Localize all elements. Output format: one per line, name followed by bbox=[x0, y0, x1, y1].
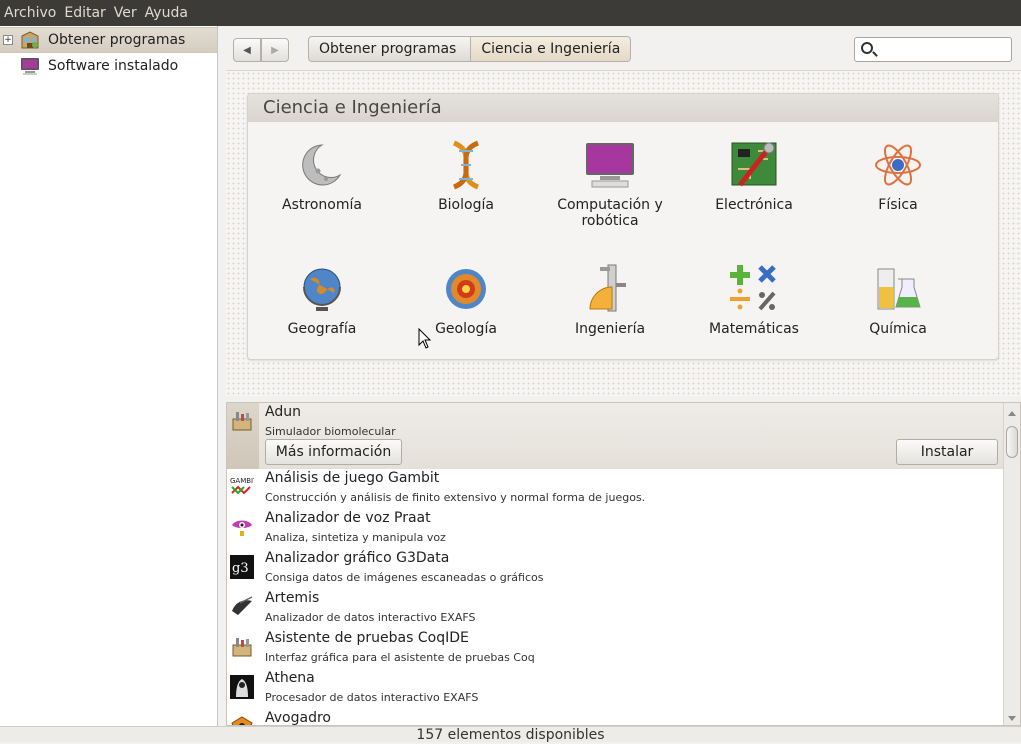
app-description: Analiza, sintetiza y manipula voz bbox=[265, 531, 446, 544]
category-quimica[interactable]: Química bbox=[826, 263, 970, 337]
avogadro-icon bbox=[231, 716, 253, 725]
sidebar-item-label: Obtener programas bbox=[48, 32, 186, 48]
scroll-thumb[interactable] bbox=[1006, 426, 1018, 458]
app-description: Consiga datos de imágenes escaneadas o g… bbox=[265, 571, 544, 584]
svg-text:GAMBIT: GAMBIT bbox=[230, 477, 254, 485]
category-matematicas[interactable]: Matemáticas bbox=[682, 263, 826, 337]
category-label: Química bbox=[869, 321, 927, 337]
category-label: Biología bbox=[438, 197, 494, 213]
category-geografia[interactable]: Geografía bbox=[250, 263, 394, 337]
back-button[interactable]: ◀ bbox=[233, 38, 261, 62]
earth-core-icon bbox=[446, 269, 486, 309]
category-area: Ciencia e Ingeniería Astronomía Biología bbox=[226, 70, 1021, 396]
app-name: Adun bbox=[265, 404, 301, 420]
category-title: Ciencia e Ingeniería bbox=[248, 94, 998, 122]
praat-icon bbox=[232, 520, 252, 536]
more-info-button[interactable]: Más información bbox=[265, 439, 402, 465]
app-name: Asistente de pruebas CoqIDE bbox=[265, 630, 469, 646]
category-fisica[interactable]: Física bbox=[826, 139, 970, 213]
math-symbols-icon bbox=[730, 265, 776, 311]
category-label: Computación y robótica bbox=[557, 197, 663, 229]
vertical-scrollbar[interactable] bbox=[1003, 403, 1020, 725]
app-name: Analizador de voz Praat bbox=[265, 510, 431, 526]
app-name: Athena bbox=[265, 670, 315, 686]
category-astronomia[interactable]: Astronomía bbox=[250, 139, 394, 213]
sidebar-item-label: Software instalado bbox=[48, 58, 179, 74]
sidebar-item-software-instalado[interactable]: Software instalado bbox=[0, 53, 217, 79]
moon-icon bbox=[302, 144, 342, 186]
category-panel: Ciencia e Ingeniería Astronomía Biología bbox=[247, 93, 999, 360]
menu-editar[interactable]: Editar bbox=[60, 5, 109, 21]
app-name: Avogadro bbox=[265, 710, 331, 726]
circuit-board-icon bbox=[731, 142, 777, 187]
g3data-icon: g3 bbox=[230, 555, 254, 579]
adun-icon bbox=[232, 412, 252, 431]
artemis-icon bbox=[232, 596, 253, 615]
main-panel: ◀ ▶ Obtener programas Ciencia e Ingenier… bbox=[220, 26, 1021, 726]
app-description: Simulador biomolecular bbox=[265, 425, 396, 438]
list-item[interactable]: Avogadro bbox=[227, 709, 1003, 726]
menu-ayuda[interactable]: Ayuda bbox=[141, 5, 192, 21]
category-label: Ingeniería bbox=[574, 321, 646, 337]
category-label: Astronomía bbox=[282, 197, 362, 213]
installed-software-icon bbox=[21, 58, 39, 75]
app-row-selected[interactable]: Adun Simulador biomolecular Más informac… bbox=[227, 403, 1003, 469]
search-icon bbox=[861, 42, 873, 54]
category-label: Física bbox=[878, 197, 918, 213]
category-label: Geología bbox=[435, 321, 497, 337]
gambit-icon: GAMBIT bbox=[230, 477, 254, 495]
category-label: Electrónica bbox=[715, 197, 793, 213]
app-name: Análisis de juego Gambit bbox=[265, 470, 440, 486]
list-item[interactable]: GAMBIT Análisis de juego Gambit Construc… bbox=[227, 469, 1003, 509]
menu-archivo[interactable]: Archivo bbox=[0, 5, 60, 21]
app-description: Analizador de datos interactivo EXAFS bbox=[265, 611, 476, 624]
breadcrumb: Obtener programas Ciencia e Ingeniería bbox=[308, 36, 632, 62]
app-description: Procesador de datos interactivo EXAFS bbox=[265, 691, 479, 704]
coqide-icon bbox=[232, 638, 252, 657]
menu-ver[interactable]: Ver bbox=[110, 5, 141, 21]
forward-button[interactable]: ▶ bbox=[261, 38, 289, 62]
app-name: Analizador gráfico G3Data bbox=[265, 550, 450, 566]
install-button[interactable]: Instalar bbox=[896, 439, 998, 465]
category-label: Matemáticas bbox=[709, 321, 799, 337]
category-electronica[interactable]: Electrónica bbox=[682, 139, 826, 213]
mouse-cursor-icon bbox=[418, 328, 432, 349]
computer-icon bbox=[586, 143, 634, 188]
app-name: Artemis bbox=[265, 590, 320, 606]
app-description: Interfaz gráfica para el asistente de pr… bbox=[265, 651, 535, 664]
category-computacion-robotica[interactable]: Computación y robótica bbox=[538, 139, 682, 229]
app-list: Adun Simulador biomolecular Más informac… bbox=[226, 402, 1021, 726]
menubar: Archivo Editar Ver Ayuda bbox=[0, 0, 1021, 26]
category-biologia[interactable]: Biología bbox=[394, 139, 538, 213]
category-geologia[interactable]: Geología bbox=[394, 263, 538, 337]
search-input[interactable] bbox=[854, 37, 1012, 62]
category-label: Geografía bbox=[287, 321, 357, 337]
expander-icon[interactable]: + bbox=[3, 35, 13, 45]
scroll-up-arrow-icon[interactable] bbox=[1008, 411, 1016, 416]
svg-text:g3: g3 bbox=[232, 561, 249, 576]
athena-icon bbox=[230, 675, 254, 699]
status-bar: 157 elementos disponibles bbox=[0, 726, 1021, 743]
atom-icon bbox=[875, 144, 921, 186]
app-description: Construcción y análisis de finito extens… bbox=[265, 491, 646, 504]
list-item[interactable]: Artemis Analizador de datos interactivo … bbox=[227, 589, 1003, 629]
toolbar: ◀ ▶ Obtener programas Ciencia e Ingenier… bbox=[220, 26, 1021, 70]
breadcrumb-ciencia-ingenieria[interactable]: Ciencia e Ingeniería bbox=[471, 36, 632, 62]
get-software-icon bbox=[21, 31, 39, 49]
beakers-icon bbox=[877, 268, 921, 310]
dna-icon bbox=[452, 140, 480, 190]
scroll-down-arrow-icon[interactable] bbox=[1008, 716, 1016, 721]
sidebar-item-obtener-programas[interactable]: + Obtener programas bbox=[0, 27, 217, 53]
list-item[interactable]: Asistente de pruebas CoqIDE Interfaz grá… bbox=[227, 629, 1003, 669]
list-item[interactable]: Athena Procesador de datos interactivo E… bbox=[227, 669, 1003, 709]
list-item[interactable]: Analizador de voz Praat Analiza, sinteti… bbox=[227, 509, 1003, 549]
globe-icon bbox=[303, 268, 341, 311]
sidebar: + Obtener programas Software instalado bbox=[0, 26, 218, 726]
list-item[interactable]: g3 Analizador gráfico G3Data Consiga dat… bbox=[227, 549, 1003, 589]
category-ingenieria[interactable]: Ingeniería bbox=[538, 263, 682, 337]
caliper-icon bbox=[589, 264, 626, 312]
breadcrumb-obtener-programas[interactable]: Obtener programas bbox=[308, 36, 472, 62]
